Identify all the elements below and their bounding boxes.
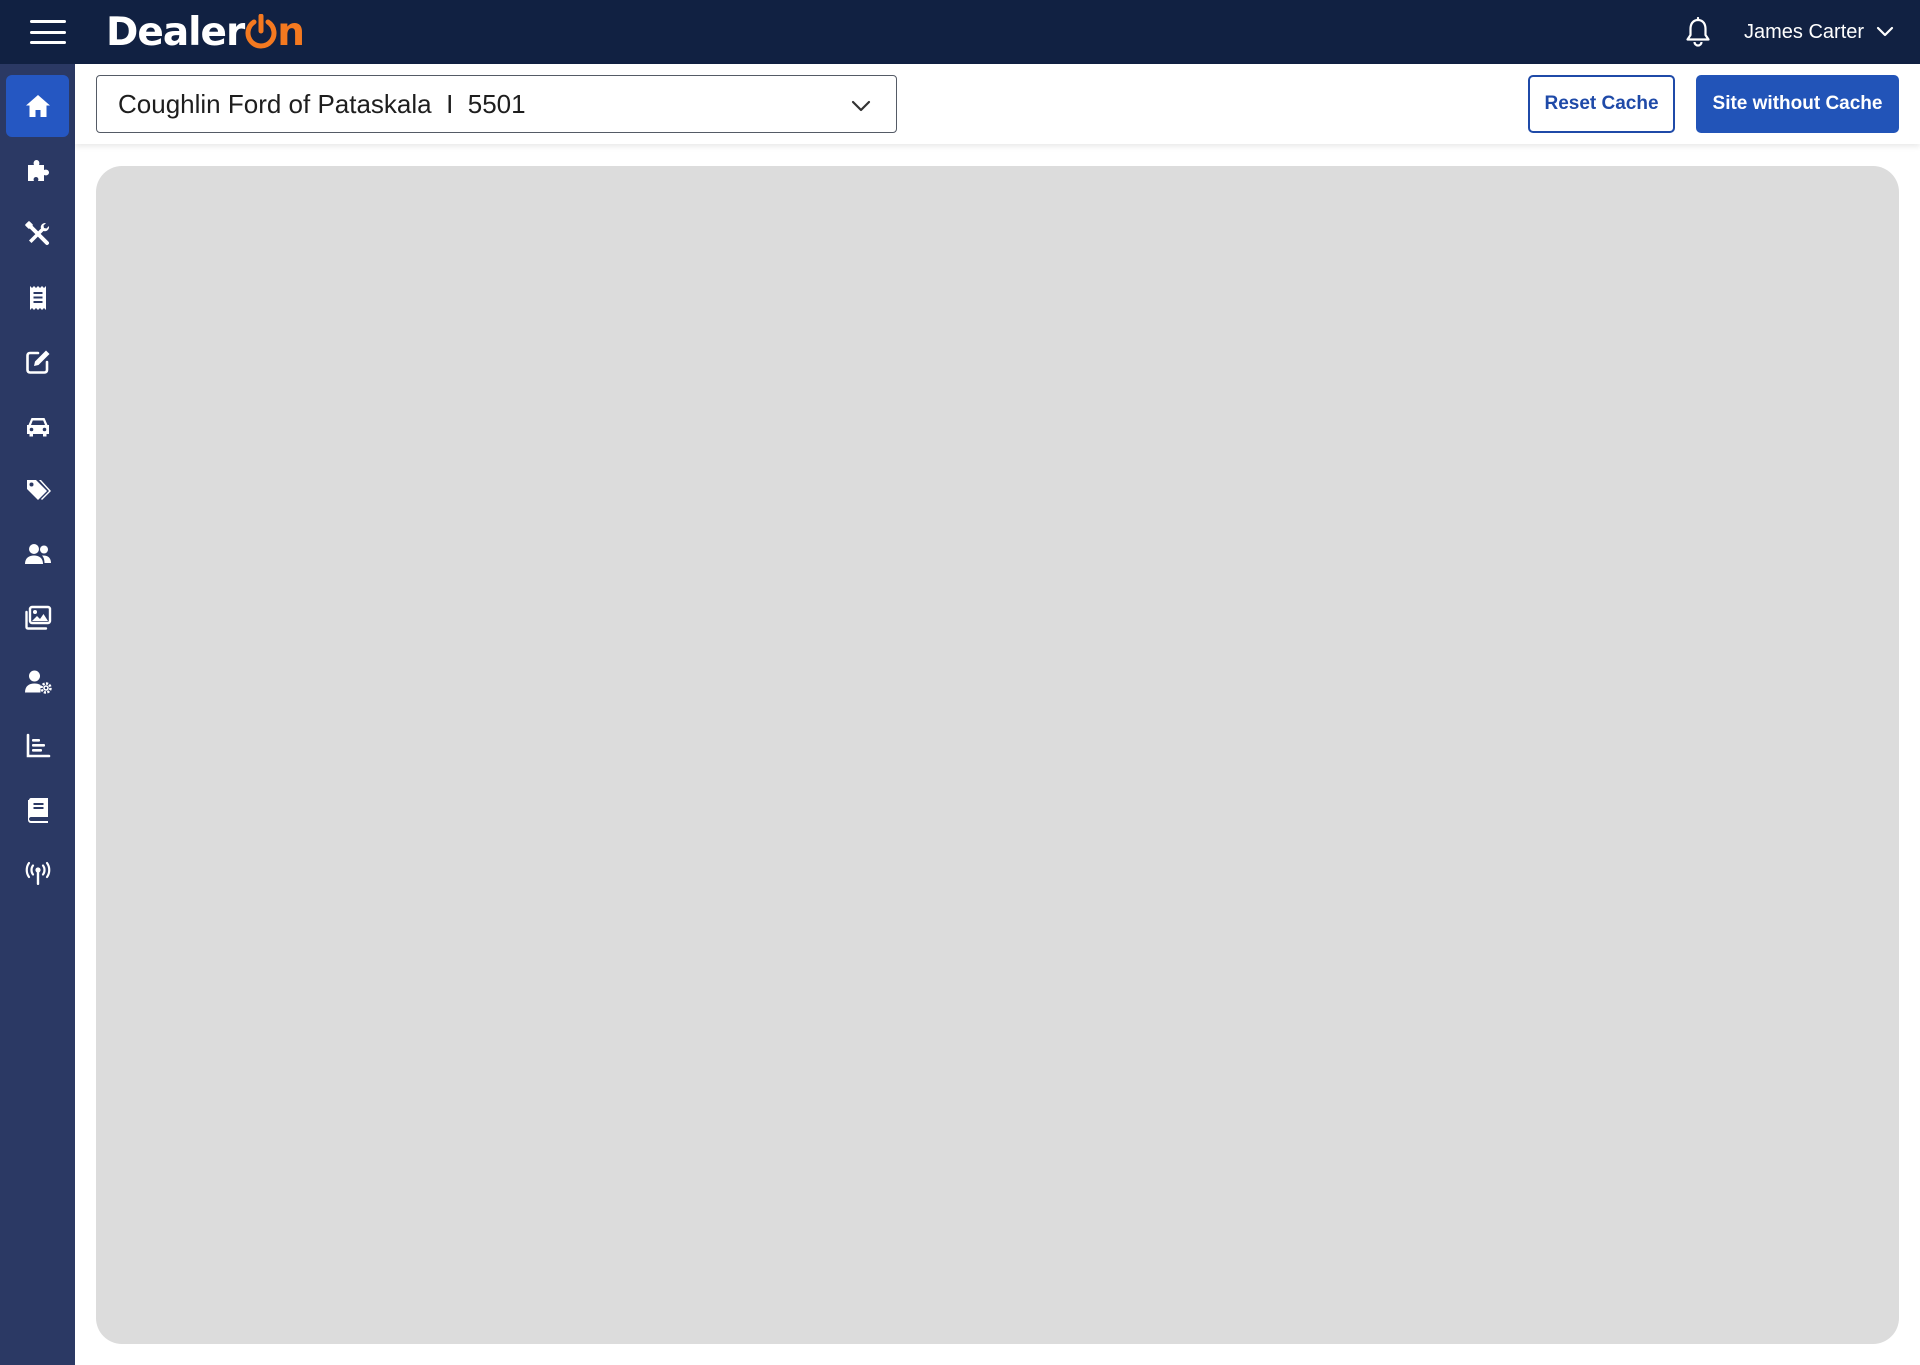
user-name: James Carter — [1744, 20, 1865, 43]
sidebar-item-modules[interactable] — [6, 139, 69, 201]
logo-on: n — [244, 9, 305, 55]
sidebar-item-invoices[interactable] — [6, 267, 69, 329]
user-settings-icon — [24, 670, 52, 694]
content-loading-placeholder — [96, 166, 1899, 1344]
sidebar-item-user-admin[interactable] — [6, 651, 69, 713]
site-without-cache-button[interactable]: Site without Cache — [1696, 75, 1899, 133]
antenna-icon — [25, 861, 50, 885]
site-toolbar: Coughlin Ford of Pataskala I 5501 Reset … — [75, 64, 1920, 144]
user-menu[interactable]: James Carter — [1744, 18, 1894, 46]
logo-suffix: n — [277, 9, 305, 55]
car-icon — [26, 418, 49, 437]
book-icon — [27, 798, 48, 823]
sidebar-item-tools[interactable] — [6, 203, 69, 265]
sidebar-item-docs[interactable] — [6, 779, 69, 841]
power-icon — [245, 14, 277, 49]
hamburger-icon[interactable] — [30, 20, 66, 44]
sidebar-item-editor[interactable] — [6, 331, 69, 393]
reset-cache-button[interactable]: Reset Cache — [1528, 75, 1675, 133]
sidebar-item-home[interactable] — [6, 75, 69, 137]
chart-icon — [26, 733, 50, 758]
site-selector-dropdown[interactable]: Coughlin Ford of Pataskala I 5501 — [96, 75, 897, 133]
puzzle-icon — [27, 160, 49, 181]
receipt-icon — [29, 286, 46, 310]
sidebar — [0, 64, 75, 1365]
home-icon — [25, 95, 50, 117]
chevron-down-icon — [851, 100, 871, 112]
tools-icon — [24, 221, 49, 245]
sidebar-item-inventory[interactable] — [6, 395, 69, 457]
site-selector-value: Coughlin Ford of Pataskala I 5501 — [118, 88, 526, 119]
sidebar-item-broadcast[interactable] — [6, 843, 69, 905]
chevron-down-icon — [1876, 26, 1894, 37]
bell-icon[interactable] — [1683, 17, 1713, 47]
logo-text: Dealer — [106, 9, 245, 55]
sidebar-item-media[interactable] — [6, 587, 69, 649]
sidebar-item-reports[interactable] — [6, 715, 69, 777]
dealeron-logo[interactable]: Dealer n — [106, 8, 305, 56]
users-icon — [24, 544, 51, 564]
top-bar: Dealer n James Carter — [0, 0, 1920, 64]
sidebar-item-specials[interactable] — [6, 459, 69, 521]
sidebar-item-leads[interactable] — [6, 523, 69, 585]
edit-icon — [25, 350, 49, 374]
tags-icon — [26, 480, 51, 500]
images-icon — [24, 605, 51, 630]
